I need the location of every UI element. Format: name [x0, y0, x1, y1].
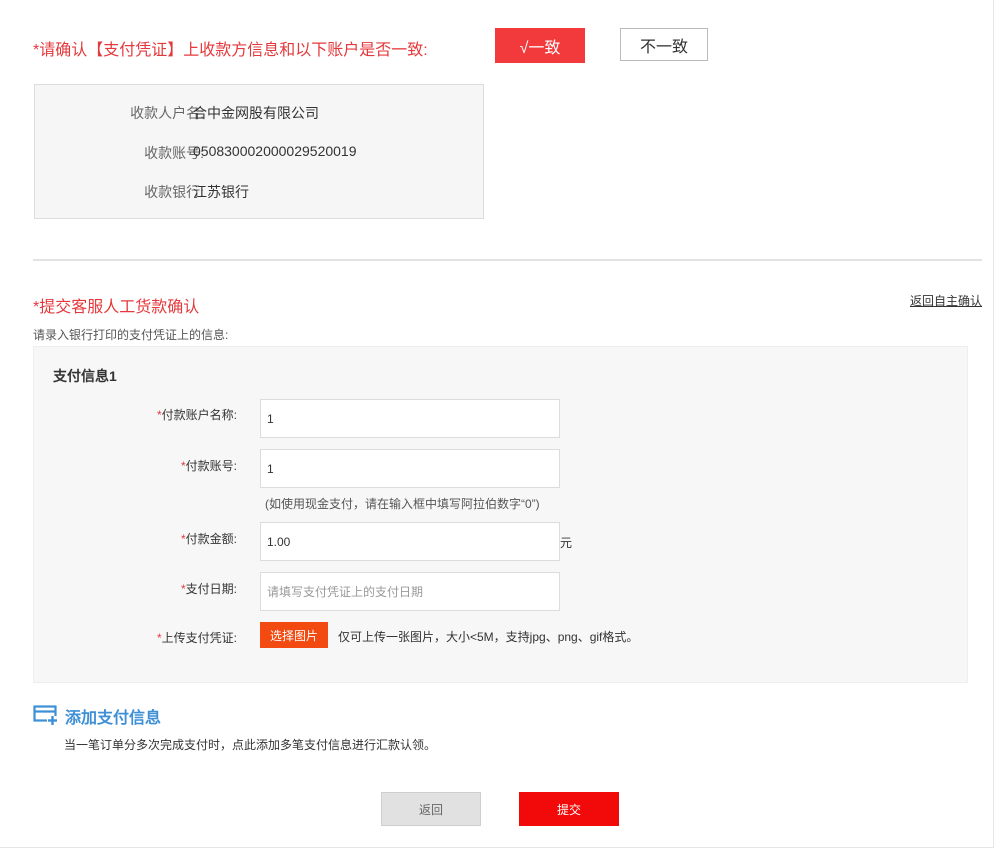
add-payment-note: 当一笔订单分多次完成支付时，点此添加多笔支付信息进行汇款认领。: [64, 738, 437, 752]
payee-name-value: 合中金网股有限公司: [193, 105, 319, 121]
payer-account-name-input[interactable]: [260, 399, 560, 438]
payer-account-no-input[interactable]: [260, 449, 560, 488]
submit-button[interactable]: 提交: [519, 792, 619, 826]
section-divider: [33, 259, 982, 261]
payee-bank-value: 江苏银行: [193, 184, 249, 200]
payment-date-label: *支付日期:: [180, 582, 237, 596]
add-payment-info-link[interactable]: 添加支付信息: [65, 704, 161, 728]
manual-confirm-title: *提交客服人工货款确认: [33, 299, 200, 316]
payment-date-input[interactable]: [260, 572, 560, 611]
payment-amount-label: *付款金额:: [180, 532, 237, 546]
cash-payment-note: (如使用现金支付，请在输入框中填写阿拉伯数字“0”): [265, 497, 540, 511]
payment-info-title: 支付信息1: [53, 368, 117, 384]
upload-voucher-label: *上传支付凭证:: [156, 631, 237, 645]
payee-account-value: 05083000200002952​0019: [193, 143, 357, 159]
inconsistent-button[interactable]: 不一致: [620, 28, 708, 61]
payment-amount-input[interactable]: [260, 522, 560, 561]
consistent-button[interactable]: √一致: [495, 28, 585, 63]
payer-account-no-label: *付款账号:: [180, 459, 237, 473]
add-card-icon[interactable]: [33, 704, 59, 726]
confirm-question: *请确认【支付凭证】上收款方信息和以下账户是否一致:: [33, 42, 428, 59]
input-hint: 请录入银行打印的支付凭证上的信息:: [33, 328, 229, 342]
choose-image-button[interactable]: 选择图片: [260, 622, 328, 648]
upload-requirements-note: 仅可上传一张图片，大小<5M，支持jpg、png、gif格式。: [338, 630, 639, 644]
return-self-confirm-link[interactable]: 返回自主确认: [910, 292, 982, 309]
back-button[interactable]: 返回: [381, 792, 481, 826]
currency-unit: 元: [560, 536, 573, 550]
payer-account-name-label: *付款账户名称:: [156, 408, 237, 422]
payee-info-box: 收款人户名: 合中金网股有限公司 收款账号: 05083000200002952…: [34, 84, 484, 219]
